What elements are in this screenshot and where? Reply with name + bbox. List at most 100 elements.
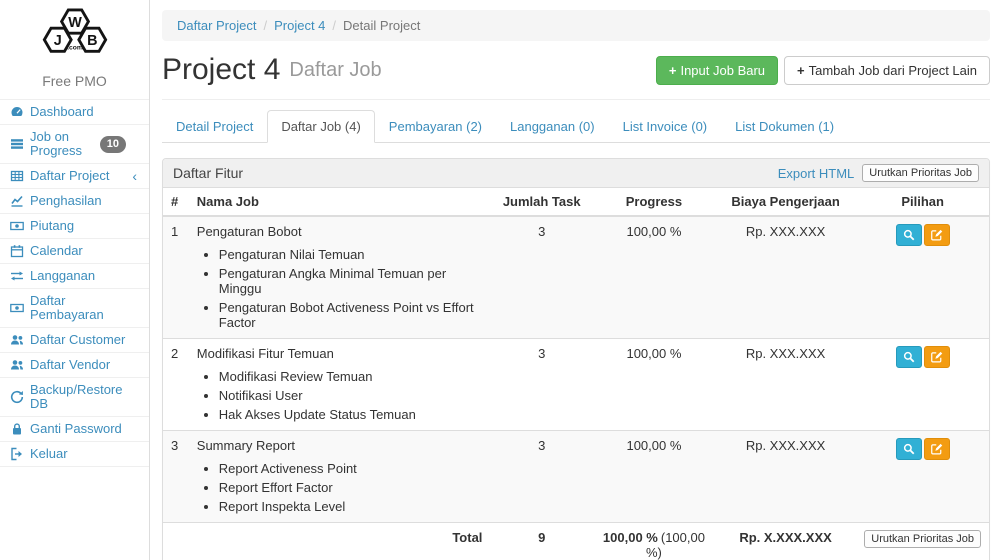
sub-task: Pengaturan Bobot Activeness Point vs Eff… — [219, 296, 483, 330]
tab-list-dokumen[interactable]: List Dokumen (1) — [721, 110, 848, 143]
breadcrumb-daftar-project[interactable]: Daftar Project — [177, 18, 256, 33]
col-biaya-pengerjaan: Biaya Pengerjaan — [715, 188, 856, 216]
plus-icon: + — [669, 63, 677, 78]
sub-task: Pengaturan Nilai Temuan — [219, 243, 483, 262]
row-number: 1 — [163, 216, 189, 339]
sidebar-item-label: Backup/Restore DB — [30, 383, 140, 411]
tab-list-invoice[interactable]: List Invoice (0) — [609, 110, 722, 143]
tab-detail-project[interactable]: Detail Project — [162, 110, 267, 143]
sidebar-item-daftar-project[interactable]: Daftar Project ‹ — [0, 163, 149, 188]
breadcrumb-separator: / — [263, 18, 267, 33]
jumlah-task-cell: 3 — [490, 431, 593, 523]
sidebar-item-daftar-pembayaran[interactable]: Daftar Pembayaran — [0, 288, 149, 327]
empty-cell — [163, 523, 189, 560]
job-name-cell: Pengaturan Bobot Pengaturan Nilai Temuan… — [189, 216, 491, 339]
sub-task: Report Activeness Point — [219, 457, 483, 476]
tambah-job-dari-project-lain-button[interactable]: +Tambah Job dari Project Lain — [784, 56, 990, 85]
col-pilihan: Pilihan — [856, 188, 989, 216]
money-icon — [9, 219, 24, 233]
tasks-icon — [9, 137, 24, 151]
table-row: 2 Modifikasi Fitur Temuan Modifikasi Rev… — [163, 339, 989, 431]
sub-task: Modifikasi Review Temuan — [219, 365, 483, 384]
svg-text:J: J — [53, 33, 61, 49]
breadcrumb: Daftar Project / Project 4 / Detail Proj… — [162, 10, 990, 41]
col-progress: Progress — [593, 188, 715, 216]
total-label: Total — [189, 523, 491, 560]
biaya-cell: Rp. XXX.XXX — [715, 431, 856, 523]
table-header-row: # Nama Job Jumlah Task Progress Biaya Pe… — [163, 188, 989, 216]
total-biaya: Rp. X.XXX.XXX — [715, 523, 856, 560]
total-actions-cell: Urutkan Prioritas Job — [856, 523, 989, 560]
breadcrumb-project-4[interactable]: Project 4 — [274, 18, 325, 33]
retweet-icon — [9, 269, 24, 283]
sub-task-list: Report Activeness Point Report Effort Fa… — [219, 457, 483, 514]
sidebar-menu: Dashboard Job on Progress 10 Daftar Proj… — [0, 99, 149, 467]
refresh-icon — [9, 390, 24, 404]
breadcrumb-separator: / — [332, 18, 336, 33]
jumlah-task-cell: 3 — [490, 339, 593, 431]
sidebar-item-label: Dashboard — [30, 105, 94, 119]
job-name: Pengaturan Bobot — [197, 224, 483, 239]
sidebar: W J B .com Free PMO Dashboard Job on Pro… — [0, 0, 150, 560]
app-root: W J B .com Free PMO Dashboard Job on Pro… — [0, 0, 1000, 560]
sidebar-item-backup-restore-db[interactable]: Backup/Restore DB — [0, 377, 149, 416]
col-jumlah-task: Jumlah Task — [490, 188, 593, 216]
page-subtitle: Daftar Job — [289, 59, 381, 82]
actions-cell — [856, 216, 989, 339]
sign-out-icon — [9, 447, 24, 461]
main-content: Daftar Project / Project 4 / Detail Proj… — [150, 0, 1000, 560]
sidebar-item-dashboard[interactable]: Dashboard — [0, 99, 149, 124]
sidebar-item-keluar[interactable]: Keluar — [0, 441, 149, 467]
sidebar-item-label: Langganan — [30, 269, 95, 283]
sub-task: Report Effort Factor — [219, 476, 483, 495]
sidebar-item-penghasilan[interactable]: Penghasilan — [0, 188, 149, 213]
table-icon — [9, 169, 24, 183]
sidebar-item-calendar[interactable]: Calendar — [0, 238, 149, 263]
export-html-link[interactable]: Export HTML — [778, 166, 855, 181]
sidebar-item-daftar-vendor[interactable]: Daftar Vendor — [0, 352, 149, 377]
edit-job-button[interactable] — [924, 224, 950, 246]
jwb-logo: W J B .com — [0, 0, 149, 69]
tab-pembayaran[interactable]: Pembayaran (2) — [375, 110, 496, 143]
view-job-button[interactable] — [896, 346, 922, 368]
tab-langganan[interactable]: Langganan (0) — [496, 110, 609, 143]
sidebar-item-daftar-customer[interactable]: Daftar Customer — [0, 327, 149, 352]
urutkan-prioritas-job-button[interactable]: Urutkan Prioritas Job — [862, 164, 979, 182]
sidebar-item-ganti-password[interactable]: Ganti Password — [0, 416, 149, 441]
users-icon — [9, 358, 24, 372]
tab-daftar-job[interactable]: Daftar Job (4) — [267, 110, 374, 143]
sidebar-item-label: Ganti Password — [30, 422, 122, 436]
sidebar-item-langganan[interactable]: Langganan — [0, 263, 149, 288]
view-job-button[interactable] — [896, 224, 922, 246]
panel-title: Daftar Fitur — [173, 165, 243, 181]
job-name: Modifikasi Fitur Temuan — [197, 346, 483, 361]
plus-icon: + — [797, 63, 805, 78]
actions-cell — [856, 431, 989, 523]
edit-job-button[interactable] — [924, 438, 950, 460]
calendar-icon — [9, 244, 24, 258]
sub-task: Notifikasi User — [219, 384, 483, 403]
sidebar-item-label: Piutang — [30, 219, 74, 233]
job-progress-count-badge: 10 — [100, 136, 126, 153]
sub-task: Hak Akses Update Status Temuan — [219, 403, 483, 422]
panel-heading: Daftar Fitur Export HTML Urutkan Priorit… — [163, 159, 989, 188]
sidebar-item-job-on-progress[interactable]: Job on Progress 10 — [0, 124, 149, 163]
job-name: Summary Report — [197, 438, 483, 453]
progress-cell: 100,00 % — [593, 339, 715, 431]
table-row: 3 Summary Report Report Activeness Point… — [163, 431, 989, 523]
svg-text:W: W — [68, 15, 82, 31]
lock-icon — [9, 422, 24, 436]
row-number: 2 — [163, 339, 189, 431]
sidebar-item-label: Penghasilan — [30, 194, 102, 208]
sidebar-item-piutang[interactable]: Piutang — [0, 213, 149, 238]
edit-job-button[interactable] — [924, 346, 950, 368]
header-actions: +Input Job Baru +Tambah Job dari Project… — [656, 56, 990, 85]
urutkan-prioritas-job-button[interactable]: Urutkan Prioritas Job — [864, 530, 981, 548]
view-job-button[interactable] — [896, 438, 922, 460]
total-row: Total 9 100,00 %(100,00 %) Rp. X.XXX.XXX… — [163, 523, 989, 560]
sub-task-list: Pengaturan Nilai Temuan Pengaturan Angka… — [219, 243, 483, 330]
input-job-baru-button[interactable]: +Input Job Baru — [656, 56, 778, 85]
svg-text:B: B — [87, 33, 97, 49]
users-icon — [9, 333, 24, 347]
sidebar-item-label: Daftar Pembayaran — [30, 294, 140, 322]
